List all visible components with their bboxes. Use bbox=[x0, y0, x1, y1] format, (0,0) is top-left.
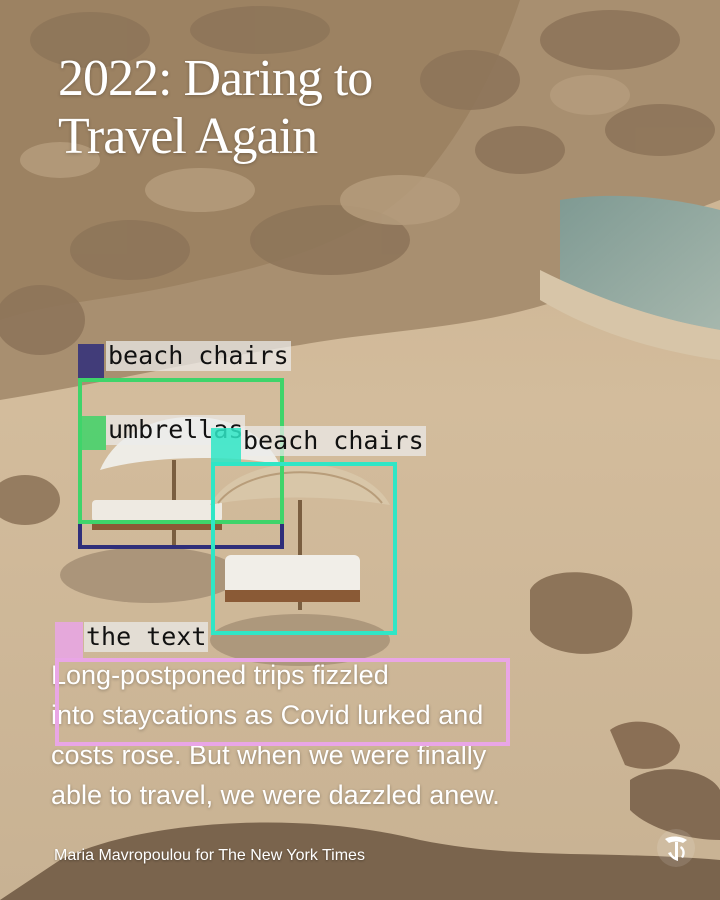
detection-label-the-text: the text bbox=[84, 622, 209, 652]
detection-tag-the-text bbox=[55, 622, 83, 658]
nyt-t-logo-icon bbox=[657, 829, 695, 867]
detection-tag-umbrellas bbox=[82, 416, 106, 450]
photo-credit: Maria Mavropoulou for The New York Times bbox=[54, 847, 365, 864]
detection-label-beach-chairs-2: beach chairs bbox=[241, 426, 426, 456]
detection-tag-beach-chairs-1 bbox=[78, 344, 104, 378]
detection-box-the-text bbox=[55, 658, 510, 746]
headline-line-2: Travel Again bbox=[58, 108, 318, 165]
detection-box-beach-chairs-2 bbox=[211, 462, 397, 635]
headline-line-1: 2022: Daring to bbox=[58, 50, 373, 107]
photo-card: 2022: Daring to Travel Again Long-postpo… bbox=[0, 0, 720, 900]
headline: 2022: Daring to Travel Again bbox=[58, 50, 373, 166]
detection-label-beach-chairs-1: beach chairs bbox=[106, 341, 291, 371]
detection-tag-beach-chairs-2 bbox=[211, 428, 241, 462]
summary-line-4: able to travel, we were dazzled anew. bbox=[51, 780, 500, 810]
